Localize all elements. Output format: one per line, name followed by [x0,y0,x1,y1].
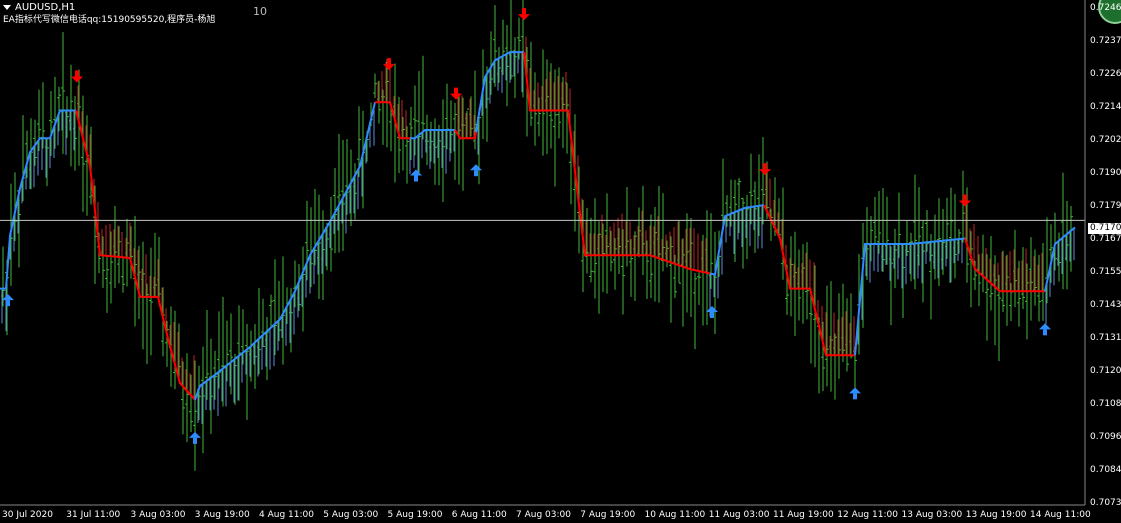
time-tick-label: 31 Jul 11:00 [66,510,121,520]
price-tick-label: 0.70730 [1090,498,1121,508]
price-tick-label: 0.71080 [1090,399,1121,409]
time-tick-label: 5 Aug 19:00 [387,510,443,520]
time-tick-label: 11 Aug 19:00 [773,510,834,520]
symbol-text: AUDUSD,H1 [15,2,76,13]
counter-label: 10 [253,5,267,18]
time-tick-label: 6 Aug 11:00 [451,510,507,520]
price-tick-label: 0.72140 [1090,102,1121,112]
price-chart[interactable] [0,0,1121,523]
time-tick-label: 12 Aug 11:00 [837,510,898,520]
price-tick-label: 0.71200 [1090,366,1121,376]
price-tick-label: 0.72460 [1090,3,1121,13]
time-tick-label: 7 Aug 19:00 [580,510,636,520]
price-tick-label: 0.71435 [1090,300,1121,310]
price-tick-label: 0.71905 [1090,168,1121,178]
price-tick-label: 0.71670 [1090,234,1121,244]
time-tick-label: 30 Jul 2020 [2,510,53,520]
dropdown-triangle-icon[interactable] [3,4,11,10]
price-tick-label: 0.71315 [1090,333,1121,343]
symbol-label[interactable]: AUDUSD,H1 [3,2,75,14]
time-tick-label: 10 Aug 11:00 [644,510,706,520]
time-tick-label: 5 Aug 03:00 [323,510,379,520]
time-tick-label: 13 Aug 03:00 [901,510,963,520]
time-tick-label: 7 Aug 03:00 [516,510,571,520]
time-tick-label: 11 Aug 03:00 [708,510,770,520]
time-tick-label: 13 Aug 19:00 [965,510,1027,520]
time-tick-label: 4 Aug 11:00 [259,510,314,520]
price-tick-label: 0.72265 [1090,69,1121,79]
price-tick-label: 0.70965 [1090,432,1121,442]
price-tick-label: 0.72375 [1090,36,1121,46]
indicator-note: EA指标代写微信电话qq:15190595520,程序员-杨旭 [3,15,216,25]
price-tick-label: 0.71790 [1090,201,1121,211]
price-tick-label: 0.71550 [1090,267,1121,277]
time-tick-label: 3 Aug 19:00 [194,510,250,520]
time-tick-label: 14 Aug 11:00 [1030,510,1091,520]
time-tick-label: 3 Aug 03:00 [130,510,186,520]
price-tick-label: 0.72025 [1090,135,1121,145]
price-tick-label: 0.70845 [1090,465,1121,475]
current-price-label: 0.71705 [1088,223,1121,234]
